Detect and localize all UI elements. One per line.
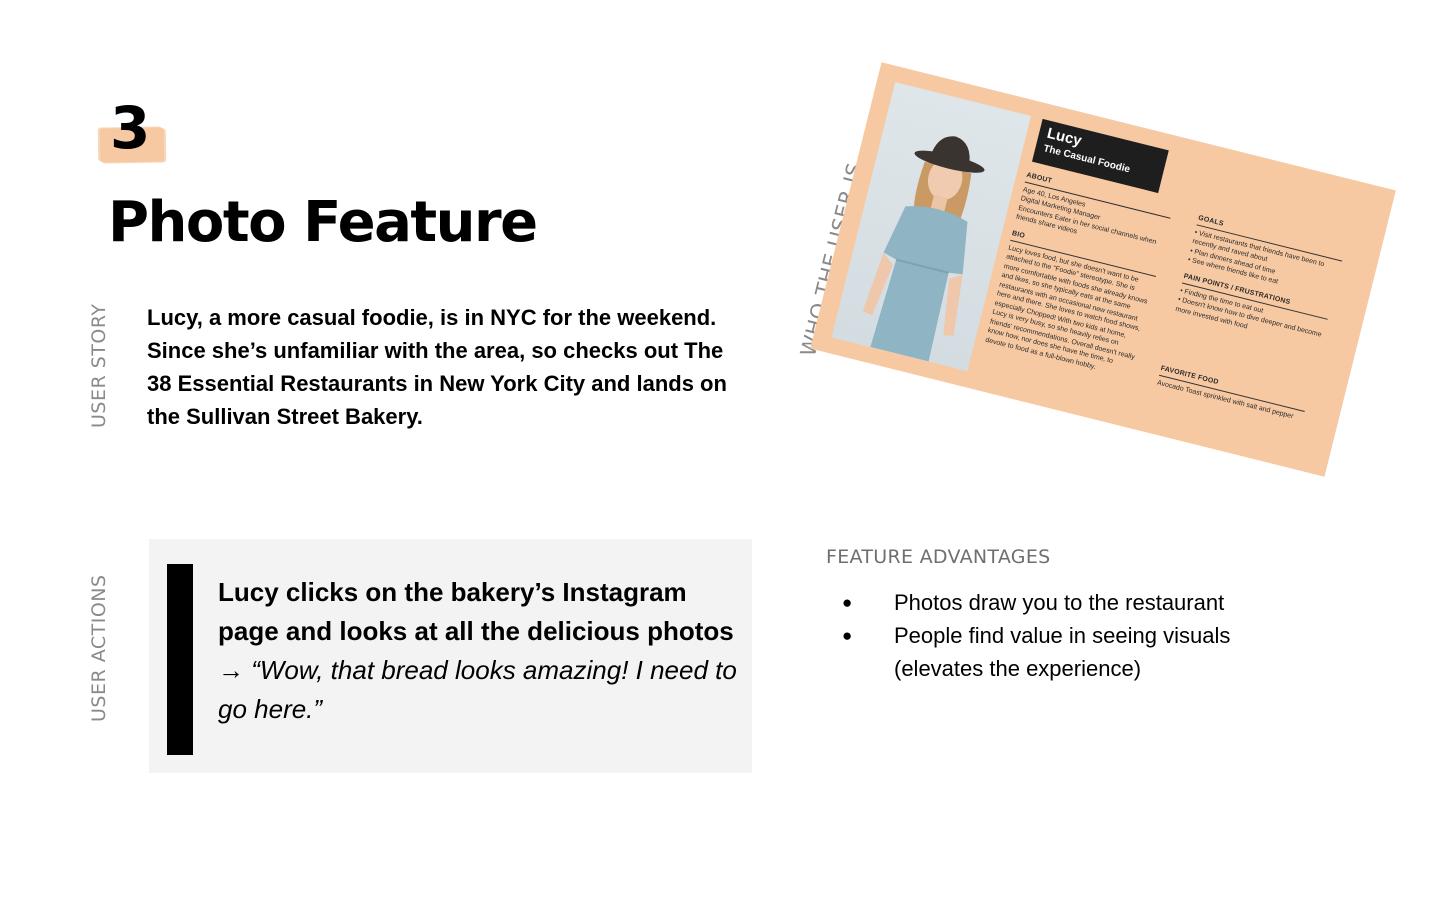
quote-bold-text: Lucy clicks on the bakery’s Instagram pa…: [218, 577, 734, 646]
section-number: 3: [110, 94, 151, 162]
quote-italic-text: “Wow, that bread looks amazing! I need t…: [218, 655, 737, 724]
user-story-text: Lucy, a more casual foodie, is in NYC fo…: [147, 305, 727, 429]
list-item: Photos draw you to the restaurant: [838, 586, 1308, 619]
user-actions-label: USER ACTIONS: [88, 574, 110, 722]
persona-favorite-food: FAVORITE FOOD Avocado Toast sprinkled wi…: [1156, 364, 1308, 424]
quote-bar: [167, 564, 193, 755]
user-actions-quote: Lucy clicks on the bakery’s Instagram pa…: [218, 573, 738, 729]
user-story-label: USER STORY: [88, 303, 110, 428]
feature-advantages-heading: FEATURE ADVANTAGES: [826, 546, 1051, 568]
persona-card: Lucy The Casual Foodie ABOUT Age 40, Los…: [810, 62, 1396, 477]
page-title: Photo Feature: [108, 190, 538, 255]
list-item: People find value in seeing visuals (ele…: [838, 619, 1308, 685]
arrow-glyph: →: [218, 655, 252, 685]
persona-bio: BIO Lucy loves food, but she doesn't wan…: [984, 229, 1159, 381]
feature-advantages-list: Photos draw you to the restaurant People…: [838, 586, 1308, 685]
